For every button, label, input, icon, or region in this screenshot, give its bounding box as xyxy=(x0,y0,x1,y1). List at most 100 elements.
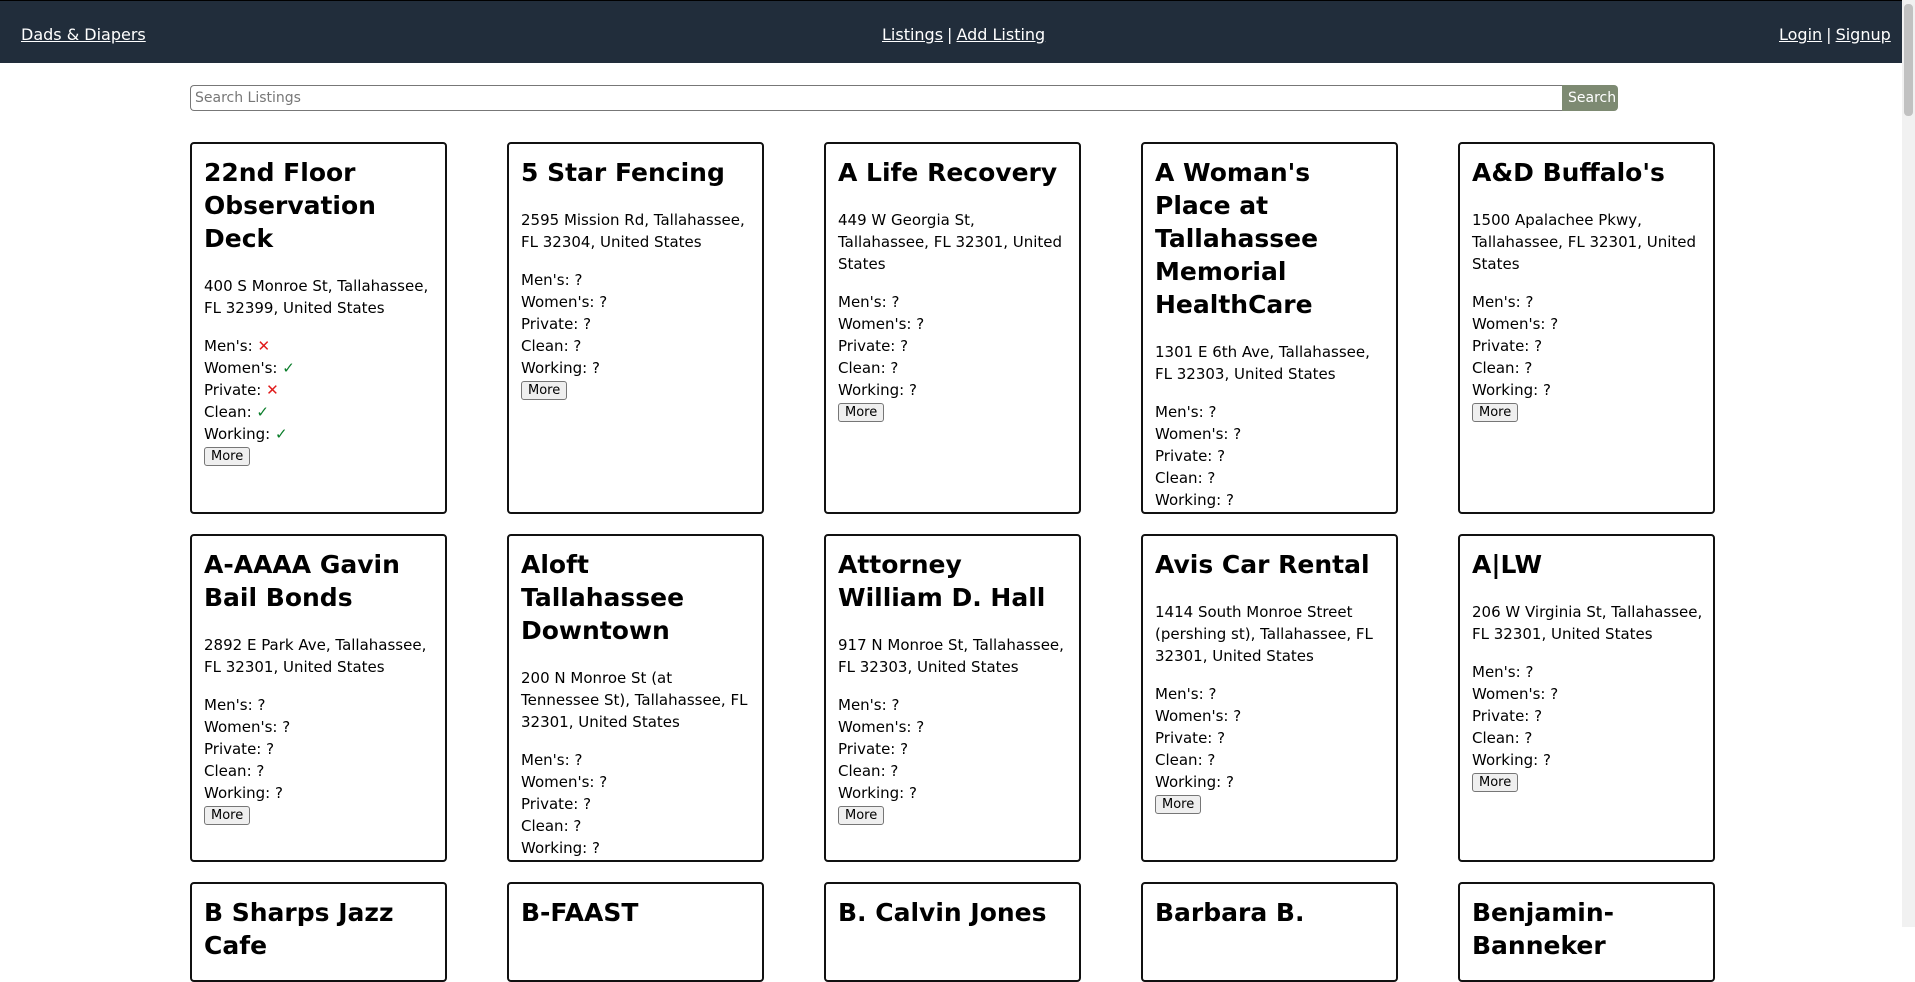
attr-label: Private: xyxy=(204,740,267,758)
attr-value: ? xyxy=(909,381,917,399)
listings-grid: 22nd Floor Observation Deck 400 S Monroe … xyxy=(190,142,1716,982)
attr-value: ? xyxy=(1534,707,1543,725)
attr-value: ? xyxy=(916,718,925,736)
attr-label: Private: xyxy=(1472,337,1535,355)
listing-attr-private: Private: ? xyxy=(1155,727,1386,749)
auth-nav: Login | Signup xyxy=(1779,25,1891,44)
listing-title: Benjamin-Banneker xyxy=(1472,898,1615,960)
more-button[interactable]: More xyxy=(838,403,885,422)
attr-label: Private: xyxy=(204,381,267,399)
nav-separator: | xyxy=(1826,25,1832,44)
listing-attr-private: Private: ✕ xyxy=(204,379,435,401)
more-button[interactable]: More xyxy=(204,447,251,466)
listing-title: Avis Car Rental xyxy=(1155,550,1370,579)
main-nav: Listings | Add Listing xyxy=(882,25,1045,44)
attr-label: Women's: xyxy=(1155,425,1234,443)
listing-attr-womens: Women's: ? xyxy=(1155,423,1386,445)
listing-attr-clean: Clean: ? xyxy=(1472,357,1703,379)
attr-value: ? xyxy=(1543,751,1551,769)
listing-attr-clean: Clean: ✓ xyxy=(204,401,435,423)
attr-value: ? xyxy=(1524,359,1533,377)
listing-attr-working: Working: ? xyxy=(521,357,752,379)
listing-attr-working: Working: ✓ xyxy=(204,423,435,445)
more-button[interactable]: More xyxy=(1155,795,1202,814)
attr-value: ? xyxy=(592,359,600,377)
listing-attr-private: Private: ? xyxy=(521,793,752,815)
attr-label: Men's: xyxy=(838,696,892,714)
attr-value: ? xyxy=(891,696,900,714)
attr-label: Working: xyxy=(1472,751,1544,769)
more-button[interactable]: More xyxy=(1472,403,1519,422)
check-icon: ✓ xyxy=(256,403,269,421)
attr-label: Women's: xyxy=(204,359,283,377)
listing-title: A Woman's Place at Tallahassee Memorial … xyxy=(1155,158,1319,319)
listing-address: 1414 South Monroe Street (pershing st), … xyxy=(1155,603,1373,665)
listing-title: B Sharps Jazz Cafe xyxy=(204,898,394,960)
listing-attr-clean: Clean: ? xyxy=(204,760,435,782)
listing-card: 22nd Floor Observation Deck 400 S Monroe … xyxy=(190,142,447,514)
attr-label: Men's: xyxy=(1472,663,1526,681)
listing-attr-clean: Clean: ? xyxy=(838,760,1069,782)
more-button[interactable]: More xyxy=(838,806,885,825)
attr-label: Men's: xyxy=(521,751,575,769)
listing-attr-womens: Women's: ? xyxy=(1472,683,1703,705)
search-button[interactable]: Search xyxy=(1562,85,1618,111)
attr-value: ? xyxy=(599,293,608,311)
attr-value: ? xyxy=(1207,469,1216,487)
listing-attr-womens: Women's: ? xyxy=(204,716,435,738)
signup-link[interactable]: Signup xyxy=(1836,25,1891,44)
attr-label: Working: xyxy=(1155,773,1227,791)
listing-card: A Life Recovery 449 W Georgia St, Tallaha… xyxy=(824,142,1081,514)
page-scrollbar[interactable] xyxy=(1902,0,1915,927)
attr-value: ? xyxy=(574,751,583,769)
listing-address: 2892 E Park Ave, Tallahassee, FL 32301, … xyxy=(204,636,427,676)
attr-value: ? xyxy=(1525,663,1534,681)
more-button[interactable]: More xyxy=(1472,773,1519,792)
search-input[interactable] xyxy=(190,85,1562,111)
more-button[interactable]: More xyxy=(204,806,251,825)
login-link[interactable]: Login xyxy=(1779,25,1822,44)
attr-value: ? xyxy=(1217,729,1226,747)
attr-label: Women's: xyxy=(1155,707,1234,725)
listing-attr-working: Working: ? xyxy=(1472,749,1703,771)
attr-label: Women's: xyxy=(838,315,917,333)
listing-address: 1500 Apalachee Pkwy, Tallahassee, FL 323… xyxy=(1472,211,1697,273)
more-button[interactable]: More xyxy=(521,381,568,400)
listing-card: Attorney William D. Hall 917 N Monroe St,… xyxy=(824,534,1081,862)
add-listing-link[interactable]: Add Listing xyxy=(956,25,1045,44)
attr-value: ? xyxy=(916,315,925,333)
attr-label: Men's: xyxy=(1155,685,1209,703)
attr-value: ? xyxy=(1226,773,1234,791)
more-button[interactable]: More xyxy=(521,861,567,862)
listing-title: A-AAAA Gavin Bail Bonds xyxy=(204,550,400,612)
brand-link[interactable]: Dads & Diapers xyxy=(21,25,146,44)
search-bar: Search xyxy=(190,85,1618,111)
attr-value: ? xyxy=(1534,337,1543,355)
listing-attr-mens: Men's: ? xyxy=(521,269,752,291)
listing-attr-womens: Women's: ? xyxy=(838,313,1069,335)
listing-attr-clean: Clean: ? xyxy=(838,357,1069,379)
listing-attr-clean: Clean: ? xyxy=(1155,467,1386,489)
listing-title: A|LW xyxy=(1472,550,1543,579)
listing-address: 206 W Virginia St, Tallahassee, FL 32301… xyxy=(1472,603,1703,643)
listing-card: Barbara B. xyxy=(1141,882,1398,982)
attr-label: Working: xyxy=(204,425,276,443)
attr-value: ? xyxy=(1208,685,1217,703)
attr-value: ? xyxy=(1217,447,1226,465)
attr-label: Clean: xyxy=(838,359,891,377)
listing-card: B. Calvin Jones xyxy=(824,882,1081,982)
attr-value: ? xyxy=(257,696,266,714)
attr-label: Private: xyxy=(838,740,901,758)
listing-attr-working: Working: ? xyxy=(838,782,1069,804)
listing-attr-private: Private: ? xyxy=(838,738,1069,760)
listing-address: 2595 Mission Rd, Tallahassee, FL 32304, … xyxy=(521,211,745,251)
listing-attr-mens: Men's: ? xyxy=(1155,683,1386,705)
cross-icon: ✕ xyxy=(266,381,279,399)
attr-value: ? xyxy=(1525,293,1534,311)
attr-label: Men's: xyxy=(204,696,258,714)
more-button[interactable]: More xyxy=(1155,513,1201,514)
listings-link[interactable]: Listings xyxy=(882,25,943,44)
scrollbar-thumb[interactable] xyxy=(1904,4,1913,116)
attr-label: Working: xyxy=(1155,491,1227,509)
attr-label: Clean: xyxy=(838,762,891,780)
